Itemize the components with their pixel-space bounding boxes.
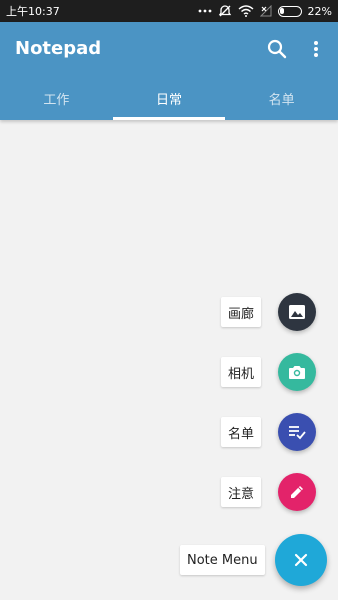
tab-list-label: 名单 <box>268 92 295 108</box>
status-time: 上午10:37 <box>6 5 60 18</box>
list-button[interactable] <box>278 413 317 451</box>
fab-label-note[interactable]: 注意 <box>221 477 262 507</box>
fab-item-note[interactable]: 注意 <box>221 473 317 511</box>
fab-main-label[interactable]: Note Menu <box>180 545 265 575</box>
silent-icon <box>218 4 232 18</box>
more-vert-icon <box>314 41 318 57</box>
fab-label-camera[interactable]: 相机 <box>221 357 262 387</box>
app-title: Notepad <box>15 38 102 59</box>
tab-work[interactable]: 工作 <box>0 76 113 120</box>
tab-work-label: 工作 <box>43 92 70 108</box>
search-button[interactable] <box>266 38 288 60</box>
tab-bar: 工作 日常 名单 <box>0 76 338 120</box>
fab-item-gallery[interactable]: 画廊 <box>221 293 317 331</box>
status-bar: 上午10:37 22% <box>0 0 338 22</box>
gallery-button[interactable] <box>278 293 317 331</box>
camera-button[interactable] <box>278 353 317 391</box>
battery-percent: 22% <box>307 4 332 18</box>
camera-icon <box>289 366 306 379</box>
more-dots-icon <box>198 9 212 13</box>
tab-daily[interactable]: 日常 <box>112 76 226 120</box>
search-icon <box>267 39 287 59</box>
more-options-button[interactable] <box>309 38 323 60</box>
app-bar: Notepad 工作 日常 名单 <box>0 22 338 120</box>
tab-list[interactable]: 名单 <box>225 76 338 120</box>
fab-label-list[interactable]: 名单 <box>221 417 262 447</box>
note-button[interactable] <box>278 473 317 511</box>
fab-label-gallery[interactable]: 画廊 <box>221 297 262 327</box>
close-icon <box>294 553 307 567</box>
note-menu-fab[interactable] <box>274 534 327 586</box>
tab-daily-label: 日常 <box>156 92 183 108</box>
image-icon <box>289 305 306 319</box>
signal-x-icon <box>259 5 272 17</box>
fab-main-row[interactable]: Note Menu <box>180 534 327 586</box>
fab-item-camera[interactable]: 相机 <box>221 353 317 391</box>
wifi-icon <box>238 5 254 17</box>
pencil-icon <box>291 486 304 498</box>
fab-item-list[interactable]: 名单 <box>221 413 317 451</box>
battery-icon <box>277 5 302 17</box>
checklist-icon <box>289 426 306 440</box>
